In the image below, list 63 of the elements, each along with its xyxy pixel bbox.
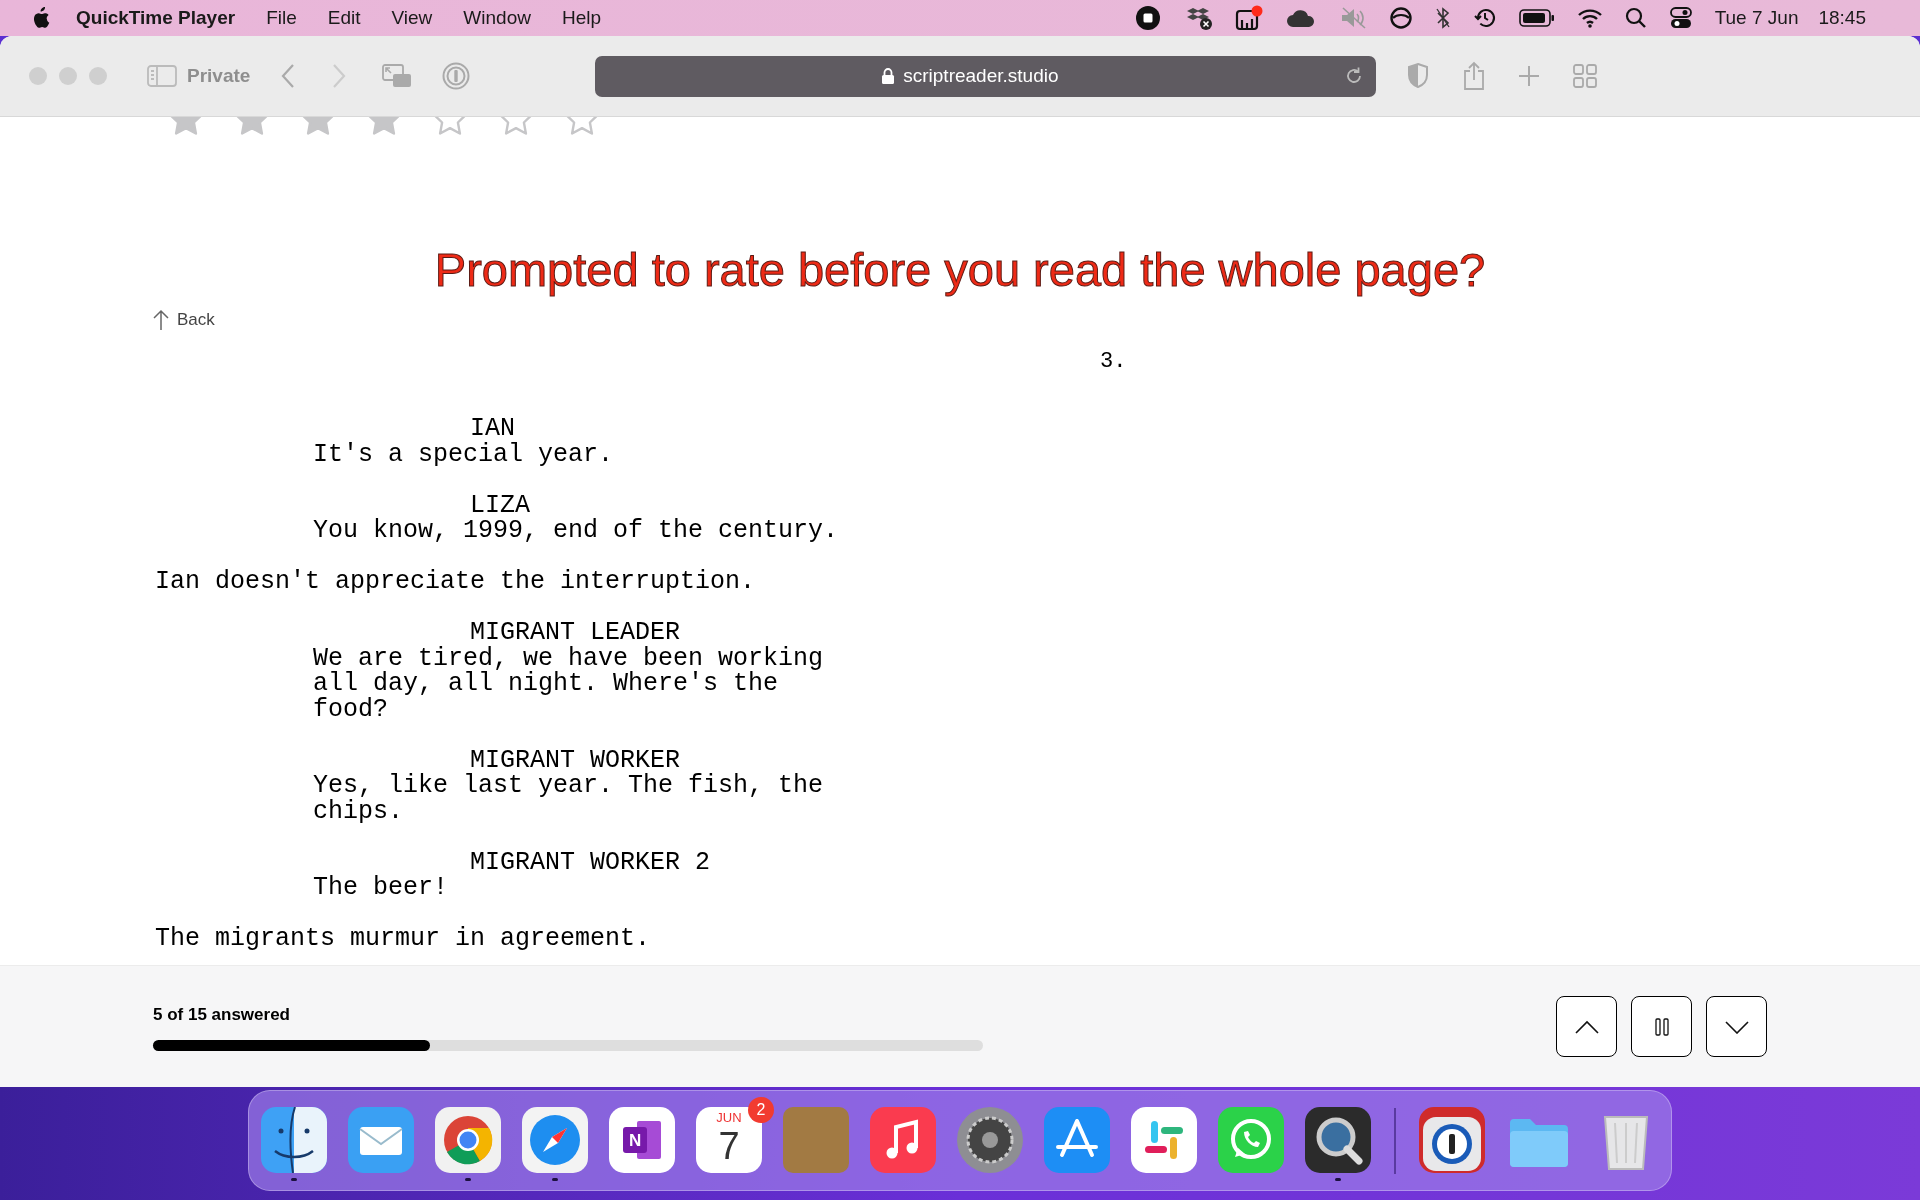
dialogue-text: The beer! <box>313 875 450 901</box>
calendar-month: JUN <box>716 1110 742 1125</box>
dock-app-icon[interactable] <box>261 1106 327 1173</box>
toggles-icon[interactable] <box>1668 6 1693 30</box>
progress-label: 5 of 15 answered <box>153 1004 291 1027</box>
next-button[interactable] <box>1706 996 1767 1057</box>
music-note-icon <box>870 1106 936 1173</box>
notebook-icon <box>609 1106 675 1173</box>
page-number: 3. <box>1100 349 1127 375</box>
menu-item[interactable]: Help <box>561 3 601 33</box>
chart-icon[interactable] <box>1234 5 1263 31</box>
compass-icon <box>522 1106 588 1173</box>
circle-icon[interactable] <box>1388 6 1413 30</box>
dialogue-text: Yes, like last year. The fish, the chips. <box>313 773 825 824</box>
finder-face-icon <box>261 1106 327 1173</box>
icon-letter: N <box>629 1129 642 1152</box>
url-text: scriptreader.studio <box>903 63 1059 88</box>
pause-icon <box>1654 1017 1669 1036</box>
envelope-icon <box>348 1106 414 1173</box>
menu-item[interactable]: View <box>391 3 433 33</box>
menu-bar-date[interactable]: Tue 7 Jun <box>1714 3 1799 33</box>
menu-item[interactable]: File <box>266 3 297 33</box>
previous-button[interactable] <box>1556 996 1617 1057</box>
character-name: IAN <box>470 416 515 442</box>
magnifier-q-icon <box>1305 1106 1371 1173</box>
battery-icon[interactable] <box>1518 8 1555 28</box>
dialogue-text: It's a special year. <box>313 441 615 467</box>
dock-app-icon[interactable]: N <box>609 1106 675 1173</box>
app-menu[interactable]: QuickTime Player <box>76 3 236 33</box>
character-name: MIGRANT LEADER <box>470 620 681 646</box>
stop-recording-icon[interactable] <box>1134 5 1161 31</box>
action-text: The migrants murmur in agreement. <box>155 926 652 952</box>
chat-phone-icon <box>1218 1106 1284 1173</box>
dock-app-icon[interactable] <box>1305 1106 1371 1173</box>
menu-item[interactable]: Window <box>463 3 531 33</box>
up-arrow-icon <box>153 309 169 331</box>
clock-history-icon[interactable] <box>1472 6 1497 30</box>
down-chevron-icon <box>1723 1019 1750 1034</box>
menu-item[interactable]: Edit <box>327 3 361 33</box>
back-link[interactable]: Back <box>153 308 215 332</box>
wifi-icon[interactable] <box>1576 8 1603 28</box>
dialogue-text: We are tired, we have been working all day, all night. Where's the food? <box>313 645 825 722</box>
bluetooth-icon[interactable] <box>1434 6 1451 30</box>
app-store-a-icon <box>1044 1106 1110 1173</box>
character-name: MIGRANT WORKER <box>470 747 682 773</box>
calendar-day: 7 <box>718 1124 740 1167</box>
cloud-icon[interactable] <box>1284 7 1317 29</box>
action-text: Ian doesn't appreciate the interruption. <box>155 569 757 595</box>
dock-app-icon[interactable] <box>1419 1106 1485 1173</box>
lock-icon <box>881 67 896 85</box>
pause-button[interactable] <box>1631 996 1692 1057</box>
address-bar[interactable]: scriptreader.studio <box>595 55 1377 97</box>
hash-blocks-icon <box>1131 1106 1197 1173</box>
search-icon[interactable] <box>1624 7 1647 29</box>
menu-bar-time[interactable]: 18:45 <box>1818 3 1866 33</box>
dialogue-text: You know, 1999, end of the century. <box>313 518 839 544</box>
character-name: MIGRANT WORKER 2 <box>470 849 712 875</box>
tile-icon <box>783 1106 849 1173</box>
headline: Prompted to rate before you read the whole page? <box>434 242 1486 298</box>
notification-badge: 2 <box>748 1096 774 1123</box>
private-label: Private <box>187 63 251 88</box>
character-name: LIZA <box>470 492 531 518</box>
up-chevron-icon <box>1573 1019 1600 1034</box>
